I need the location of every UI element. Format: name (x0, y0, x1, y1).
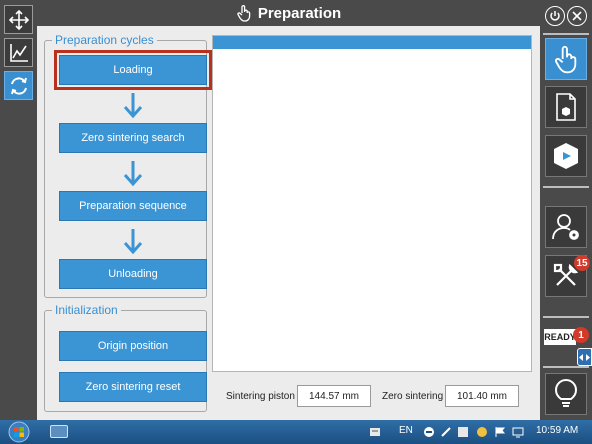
arrow-down-icon (123, 161, 143, 187)
document-cube-icon (556, 93, 576, 121)
user-settings-button[interactable] (545, 206, 587, 248)
chart-line-icon (9, 43, 28, 62)
status-ready-label: READY (544, 329, 576, 345)
network-icon[interactable] (423, 426, 435, 438)
maintenance-badge: 15 (574, 255, 590, 271)
preparation-mode-button[interactable] (545, 38, 587, 80)
status-badge: 1 (573, 327, 589, 343)
tray-tool-icon[interactable] (440, 426, 452, 438)
arrow-down-icon (123, 93, 143, 119)
toolbar-separator (543, 33, 589, 35)
refresh-cycle-icon (10, 76, 27, 95)
move-button[interactable] (4, 5, 33, 34)
help-button[interactable] (545, 373, 587, 415)
zero-sintering-label: Zero sintering (382, 391, 444, 402)
action-center-flag-icon[interactable] (494, 426, 506, 438)
touch-hand-icon (236, 4, 252, 22)
zero-sintering-value: 101.40 mm (445, 385, 519, 407)
zero-sintering-reset-button[interactable]: Zero sintering reset (59, 372, 207, 402)
initialization-group: Initialization Origin position Zero sint… (44, 303, 207, 412)
close-button[interactable] (567, 6, 587, 26)
language-indicator[interactable]: EN (399, 425, 413, 436)
production-button[interactable] (545, 135, 587, 177)
chart-button[interactable] (4, 38, 33, 67)
start-button[interactable] (2, 420, 36, 444)
log-panel[interactable] (212, 35, 532, 372)
loading-button[interactable]: Loading (54, 50, 212, 90)
taskbar: EN 10:59 AM (0, 420, 592, 444)
sintering-piston-value: 144.57 mm (297, 385, 371, 407)
toolbar-separator (543, 186, 589, 188)
play-cube-icon (554, 143, 578, 169)
power-icon (550, 11, 560, 21)
taskbar-app-button[interactable] (50, 425, 68, 438)
tray-status-icon[interactable] (476, 426, 488, 438)
touch-hand-icon (555, 45, 577, 74)
tray-app-icon[interactable] (457, 426, 469, 438)
origin-position-button[interactable]: Origin position (59, 331, 207, 361)
toolbar-separator (543, 366, 589, 368)
move-arrows-icon (8, 9, 29, 30)
zero-sintering-search-button[interactable]: Zero sintering search (59, 123, 207, 153)
preparation-sequence-button[interactable]: Preparation sequence (59, 191, 207, 221)
preparation-cycles-group: Preparation cycles Loading Zero sinterin… (44, 33, 212, 298)
close-icon (572, 11, 582, 21)
left-toolbar (0, 0, 37, 420)
notes-icon[interactable] (369, 426, 381, 438)
expand-arrows-icon (579, 353, 590, 361)
log-panel-header (213, 36, 531, 49)
side-panel-toggle[interactable] (577, 348, 592, 366)
window-title: Preparation (257, 4, 342, 22)
power-button[interactable] (545, 6, 565, 26)
sintering-piston-label: Sintering piston (226, 391, 295, 402)
initialization-title: Initialization (52, 303, 121, 318)
preparation-cycles-title: Preparation cycles (52, 33, 157, 48)
main-panel: Preparation cycles Loading Zero sinterin… (37, 26, 540, 420)
toolbar-separator (543, 316, 589, 318)
lightbulb-icon (554, 379, 578, 407)
display-icon[interactable] (512, 426, 524, 438)
clock[interactable]: 10:59 AM (536, 425, 578, 436)
cycle-button[interactable] (4, 71, 33, 100)
job-file-button[interactable] (545, 86, 587, 128)
windows-logo-icon (8, 421, 30, 443)
title-bar: Preparation (37, 0, 540, 26)
arrow-down-icon (123, 229, 143, 255)
unloading-button[interactable]: Unloading (59, 259, 207, 289)
right-toolbar: 15 READY 1 (540, 0, 592, 420)
user-settings-icon (552, 214, 579, 240)
